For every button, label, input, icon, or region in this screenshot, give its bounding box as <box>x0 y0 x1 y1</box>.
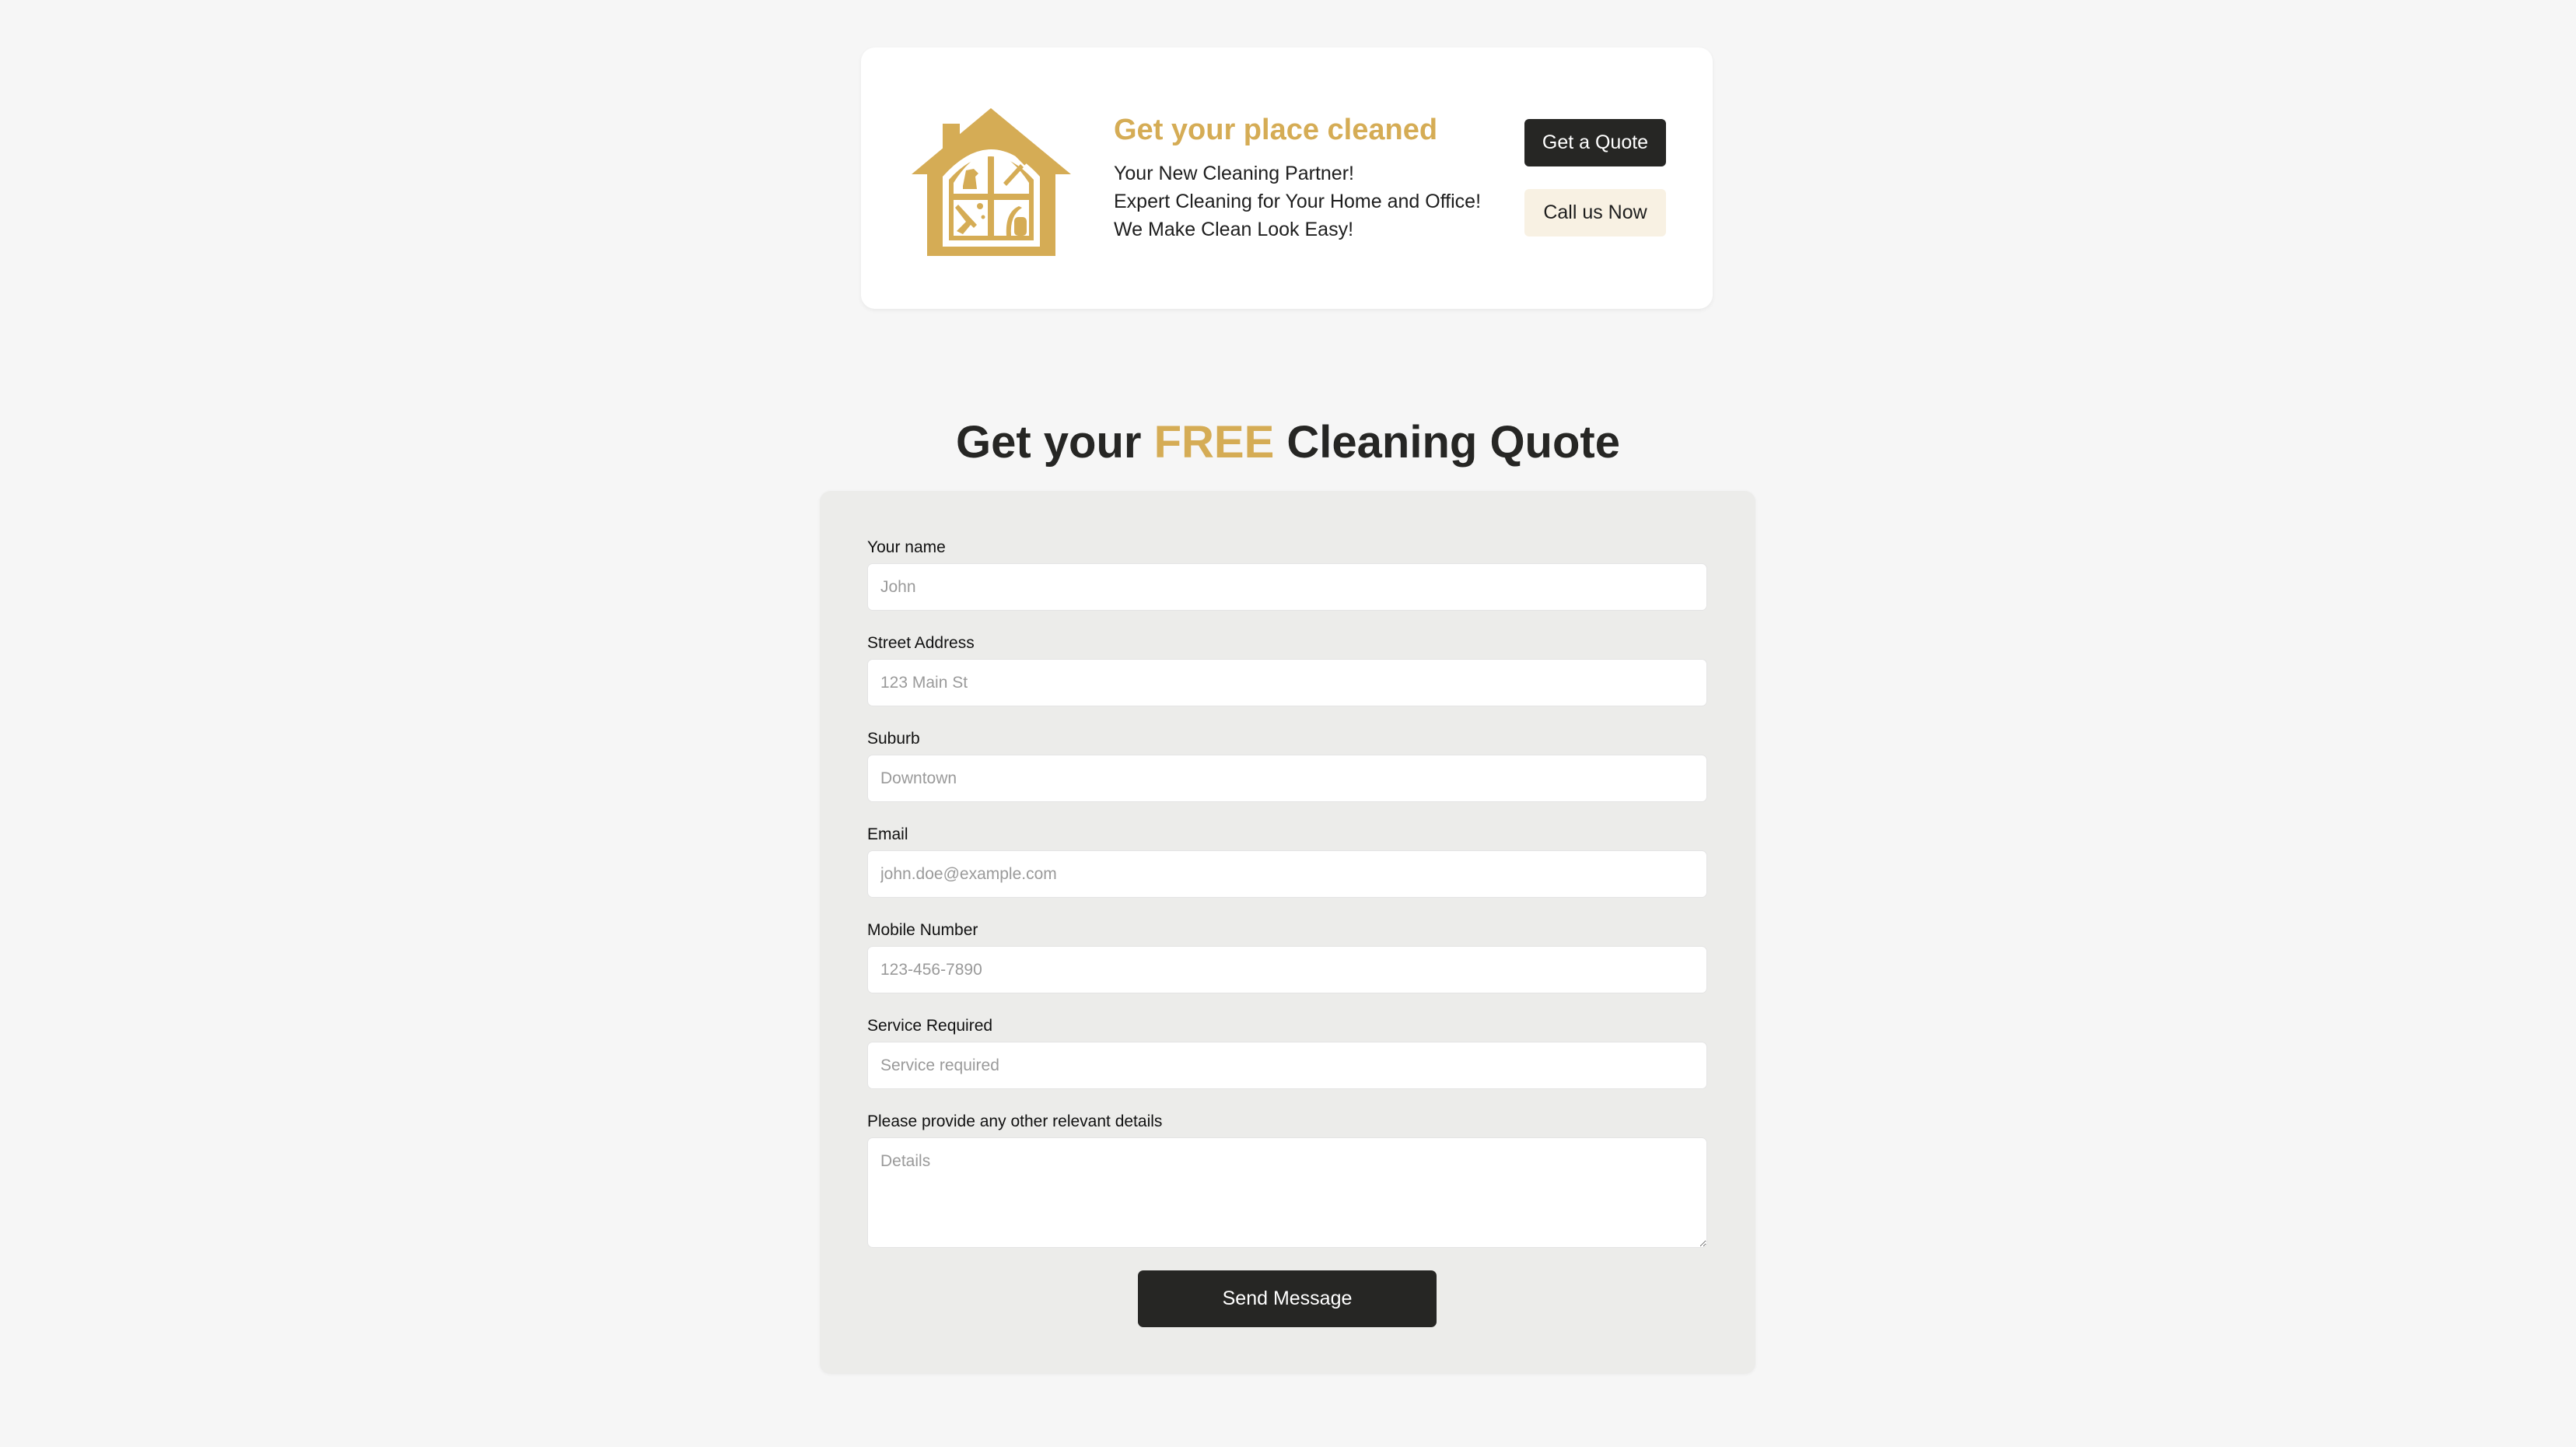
hero-text: Get your place cleaned Your New Cleaning… <box>1114 113 1549 244</box>
mobile-label: Mobile Number <box>867 921 978 939</box>
hero-tagline: We Make Clean Look Easy! <box>1114 218 1354 240</box>
email-label: Email <box>867 825 908 843</box>
title-prefix: Get your <box>956 417 1154 468</box>
suburb-input[interactable] <box>867 755 1707 802</box>
name-input[interactable] <box>867 563 1707 611</box>
get-quote-button[interactable]: Get a Quote <box>1524 119 1666 166</box>
street-address-label: Street Address <box>867 634 975 652</box>
service-label: Service Required <box>867 1017 993 1035</box>
send-message-button[interactable]: Send Message <box>1138 1270 1437 1327</box>
title-accent: FREE <box>1153 417 1275 468</box>
details-textarea[interactable] <box>867 1137 1707 1248</box>
name-field-group: Your name <box>867 538 1707 611</box>
service-input[interactable] <box>867 1042 1707 1089</box>
street-address-input[interactable] <box>867 659 1707 706</box>
service-field-group: Service Required <box>867 1017 1707 1089</box>
hero-tagline: Your New Cleaning Partner! <box>1114 162 1354 184</box>
street-address-field-group: Street Address <box>867 634 1707 706</box>
house-cleaning-logo-icon <box>912 108 1071 256</box>
name-label: Your name <box>867 538 946 556</box>
details-field-group: Please provide any other relevant detail… <box>867 1112 1707 1248</box>
hero-card: Get your place cleaned Your New Cleaning… <box>861 47 1713 309</box>
title-suffix: Cleaning Quote <box>1274 417 1620 468</box>
mobile-field-group: Mobile Number <box>867 921 1707 993</box>
email-field-group: Email <box>867 825 1707 898</box>
call-us-button[interactable]: Call us Now <box>1524 189 1666 236</box>
email-input[interactable] <box>867 850 1707 898</box>
hero-title: Get your place cleaned <box>1114 114 1438 146</box>
quote-section-title: Get your FREE Cleaning Quote <box>0 416 2576 468</box>
suburb-field-group: Suburb <box>867 730 1707 802</box>
mobile-input[interactable] <box>867 946 1707 993</box>
details-label: Please provide any other relevant detail… <box>867 1112 1163 1130</box>
suburb-label: Suburb <box>867 730 920 748</box>
quote-form: Your name Street Address Suburb Email Mo… <box>820 491 1755 1374</box>
hero-tagline: Expert Cleaning for Your Home and Office… <box>1114 190 1482 212</box>
